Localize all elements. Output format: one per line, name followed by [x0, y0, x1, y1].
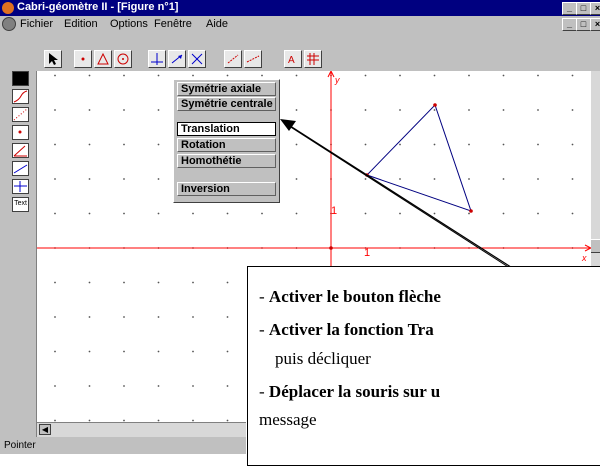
instruction-line-4: - Déplacer la souris sur u [259, 382, 441, 401]
instruction-line-1: - Activer le bouton flèche [259, 287, 441, 306]
instruction-line-3: puis décliquer [275, 349, 371, 368]
instruction-box: - Activer le bouton flèche - Activer la … [247, 266, 600, 466]
instruction-line-5: message [259, 410, 317, 429]
instruction-line-2: - Activer la fonction Tra [259, 320, 434, 339]
